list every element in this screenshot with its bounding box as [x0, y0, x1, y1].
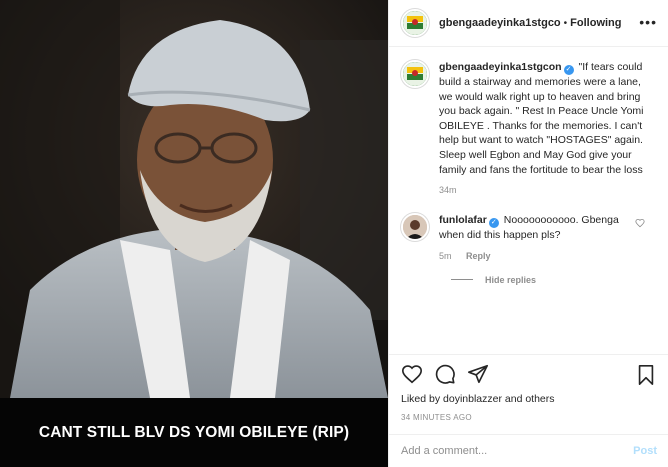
caption-text-block: gbengaadeyinka1stgcon ✓ "If tears could b…: [439, 60, 649, 177]
likes-summary[interactable]: Liked by doyinblazzer and others: [401, 393, 657, 405]
caption-time[interactable]: 34m: [439, 185, 457, 195]
comment-text-block: funlolafar ✓ Nooooooooooo. Gbenga when di…: [439, 213, 619, 243]
caption-overlay-text: CANT STILL BLV DS YOMI OBILEYE (RIP): [38, 423, 350, 441]
add-comment-bar: Post: [389, 434, 668, 467]
hide-replies-button[interactable]: Hide replies: [451, 275, 657, 285]
reply-button[interactable]: Reply: [466, 251, 491, 261]
post-caption: gbengaadeyinka1stgcon ✓ "If tears could b…: [401, 60, 657, 195]
post-actions: Liked by doyinblazzer and others 34 MINU…: [389, 354, 668, 424]
comment-time[interactable]: 5m: [439, 251, 452, 261]
save-bookmark-icon[interactable]: [635, 364, 657, 386]
like-comment-heart-icon[interactable]: [635, 218, 645, 228]
divider-line: [451, 279, 473, 281]
hide-replies-label: Hide replies: [485, 274, 537, 285]
caption-overlay-bar: CANT STILL BLV DS YOMI OBILEYE (RIP): [0, 398, 388, 467]
comment-bubble-icon[interactable]: [434, 363, 456, 385]
like-heart-icon[interactable]: [401, 363, 423, 385]
post-timestamp[interactable]: 34 MINUTES AGO: [401, 413, 657, 422]
avatar-photo-icon: [403, 215, 427, 240]
commenter-avatar[interactable]: [401, 213, 429, 242]
instagram-post-window: CANT STILL BLV DS YOMI OBILEYE (RIP) gbe…: [0, 0, 668, 467]
verified-badge-icon: ✓: [563, 65, 574, 75]
caption-text: "If tears could build a stairway and mem…: [439, 61, 644, 176]
more-options-icon[interactable]: •••: [639, 15, 657, 29]
author-username[interactable]: gbengaadeyinka1stgco: [439, 17, 561, 29]
likes-text: Liked by doyinblazzer and others: [401, 393, 555, 405]
post-media[interactable]: CANT STILL BLV DS YOMI OBILEYE (RIP): [0, 0, 388, 467]
share-paper-plane-icon[interactable]: [467, 363, 489, 385]
verified-badge-icon: ✓: [488, 218, 499, 229]
caption-username[interactable]: gbengaadeyinka1stgcon: [439, 61, 562, 73]
author-avatar[interactable]: [401, 9, 429, 37]
separator-dot: •: [563, 17, 568, 29]
commenter-username[interactable]: funlolafar: [439, 214, 487, 226]
portrait-photo: [0, 0, 388, 398]
avatar-logo-icon: [403, 62, 427, 86]
action-icons-row: [401, 355, 657, 393]
post-details-panel: gbengaadeyinka1stgco • Following ••• gbe…: [388, 0, 668, 467]
post-comment-button[interactable]: Post: [633, 445, 657, 457]
post-header: gbengaadeyinka1stgco • Following •••: [389, 0, 668, 47]
add-comment-input[interactable]: [401, 445, 634, 457]
comment-meta: 5m Reply: [439, 251, 619, 261]
caption-meta: 34m: [439, 185, 649, 195]
caption-author-avatar[interactable]: [401, 60, 429, 88]
comments-section: gbengaadeyinka1stgcon ✓ "If tears could b…: [389, 48, 668, 354]
comment-item: funlolafar ✓ Nooooooooooo. Gbenga when di…: [401, 213, 657, 261]
following-button[interactable]: Following: [570, 17, 621, 29]
avatar-logo-icon: [403, 11, 427, 35]
